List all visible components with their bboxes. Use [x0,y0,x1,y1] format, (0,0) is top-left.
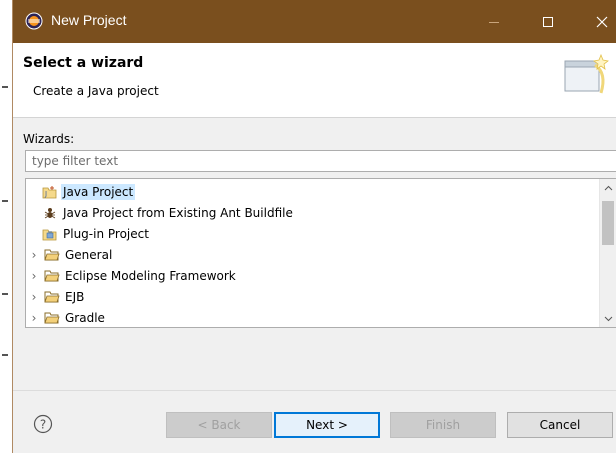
scroll-up-button[interactable] [600,179,616,196]
tree-item-java-project[interactable]: J Java Project [42,181,136,202]
wizard-header: Select a wizard Create a Java project [13,43,616,118]
tree-item-label: Gradle [65,310,105,325]
wizard-tree[interactable]: J Java Project Java Project from Existin… [25,178,616,328]
wizards-label: Wizards: [23,132,75,146]
svg-text:J: J [44,190,47,198]
chevron-right-icon[interactable]: › [28,248,40,262]
folder-icon [44,291,60,302]
close-icon [596,16,608,27]
scroll-thumb[interactable] [602,201,614,245]
tree-item-label: Plug-in Project [63,226,149,241]
minimize-button[interactable] [471,0,517,43]
chevron-up-icon [604,185,612,190]
background-mark [2,293,8,295]
tree-item-ejb[interactable]: › EJB [28,286,86,307]
tree-scrollbar[interactable] [599,179,616,327]
eclipse-app-icon [25,12,43,30]
tree-item-plugin-project[interactable]: Plug-in Project [42,223,151,244]
window-title: New Project [51,12,127,28]
page-title: Select a wizard [23,55,144,71]
back-button[interactable]: < Back [166,412,272,438]
help-icon[interactable]: ? [33,414,53,434]
next-button[interactable]: Next > [274,412,380,438]
tree-item-label: Eclipse Modeling Framework [65,268,236,283]
close-button[interactable] [579,0,616,43]
tree-item-label: Java Project [61,183,136,200]
background-mark [2,200,8,202]
footer-separator [13,390,616,391]
minimize-icon [489,21,499,23]
tree-item-ant-buildfile[interactable]: Java Project from Existing Ant Buildfile [42,202,295,223]
folder-icon [44,249,60,260]
finish-button[interactable]: Finish [390,412,496,438]
background-editor-strip [0,0,12,453]
folder-icon [44,270,60,281]
new-project-dialog: New Project Select a wizard Create a Jav… [12,0,616,453]
tree-item-general[interactable]: › General [28,244,114,265]
background-mark [2,86,8,88]
page-description: Create a Java project [33,84,159,98]
scroll-down-button[interactable] [600,310,616,327]
tree-item-label: General [65,247,113,262]
filter-input[interactable] [25,150,616,172]
chevron-right-icon[interactable]: › [28,269,40,283]
tree-item-eclipse-modeling-framework[interactable]: › Eclipse Modeling Framework [28,265,238,286]
title-bar[interactable]: New Project [13,0,616,43]
ant-buildfile-icon [44,207,56,218]
new-project-banner-icon [564,53,609,94]
maximize-icon [543,16,553,27]
java-project-icon: J [42,185,57,198]
tree-item-label: Java Project from Existing Ant Buildfile [63,205,293,220]
chevron-right-icon[interactable]: › [28,311,40,325]
chevron-down-icon [604,316,612,321]
tree-item-gradle[interactable]: › Gradle [28,307,107,327]
cancel-button[interactable]: Cancel [507,412,613,438]
folder-icon [44,312,60,323]
background-mark [2,354,8,356]
maximize-button[interactable] [525,0,571,43]
plugin-project-icon [42,229,57,240]
chevron-right-icon[interactable]: › [28,290,40,304]
tree-item-label: EJB [65,289,85,304]
svg-text:?: ? [40,418,46,432]
